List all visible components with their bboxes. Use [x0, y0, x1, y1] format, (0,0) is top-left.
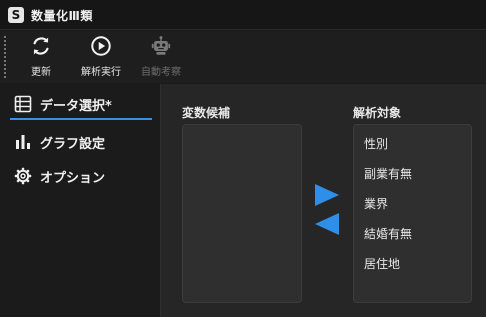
- data-selection-panel: 変数候補 解析対象 性別 副業有無 業界 結婚有無 居住地: [160, 84, 486, 317]
- sidebar-item-options[interactable]: オプション: [10, 161, 152, 191]
- list-item[interactable]: 業界: [364, 195, 388, 212]
- robot-icon: [151, 36, 171, 55]
- list-item[interactable]: 結婚有無: [364, 225, 412, 242]
- gear-icon: [14, 167, 32, 185]
- analysis-targets-list[interactable]: 性別 副業有無 業界 結婚有無 居住地: [353, 124, 472, 303]
- candidate-variables-list[interactable]: [182, 124, 302, 303]
- run-analysis-label: 解析実行: [81, 67, 121, 78]
- play-circle-icon: [91, 36, 111, 56]
- refresh-label: 更新: [31, 67, 51, 78]
- title-bar: S 数量化Ⅲ類: [0, 0, 486, 30]
- sidebar-item-label: データ選択*: [40, 98, 112, 114]
- window-title: 数量化Ⅲ類: [31, 9, 93, 23]
- sidebar-item-data-selection[interactable]: データ選択*: [10, 90, 152, 120]
- sidebar-item-label: オプション: [40, 170, 106, 186]
- auto-analysis-button[interactable]: 自動考察: [138, 35, 184, 79]
- sidebar: データ選択* グラフ設定 オプション: [0, 84, 160, 317]
- sidebar-item-graph-settings[interactable]: グラフ設定: [10, 127, 152, 157]
- move-left-arrow-icon[interactable]: [312, 211, 342, 237]
- app-logo-icon: S: [8, 7, 24, 23]
- toolbar-grip[interactable]: [4, 36, 6, 78]
- refresh-button[interactable]: 更新: [24, 35, 58, 79]
- targets-label: 解析対象: [353, 106, 402, 120]
- refresh-icon: [33, 37, 49, 55]
- run-analysis-button[interactable]: 解析実行: [78, 35, 124, 79]
- candidates-label: 変数候補: [182, 106, 231, 120]
- list-item[interactable]: 性別: [364, 135, 388, 152]
- auto-analysis-label: 自動考察: [141, 67, 181, 78]
- move-right-arrow-icon[interactable]: [312, 182, 342, 208]
- bar-chart-icon: [16, 135, 30, 149]
- list-item[interactable]: 居住地: [364, 255, 400, 272]
- table-icon: [14, 95, 32, 113]
- list-item[interactable]: 副業有無: [364, 165, 412, 182]
- toolbar: 更新 解析実行 自動考察: [0, 31, 486, 83]
- sidebar-item-label: グラフ設定: [40, 136, 106, 152]
